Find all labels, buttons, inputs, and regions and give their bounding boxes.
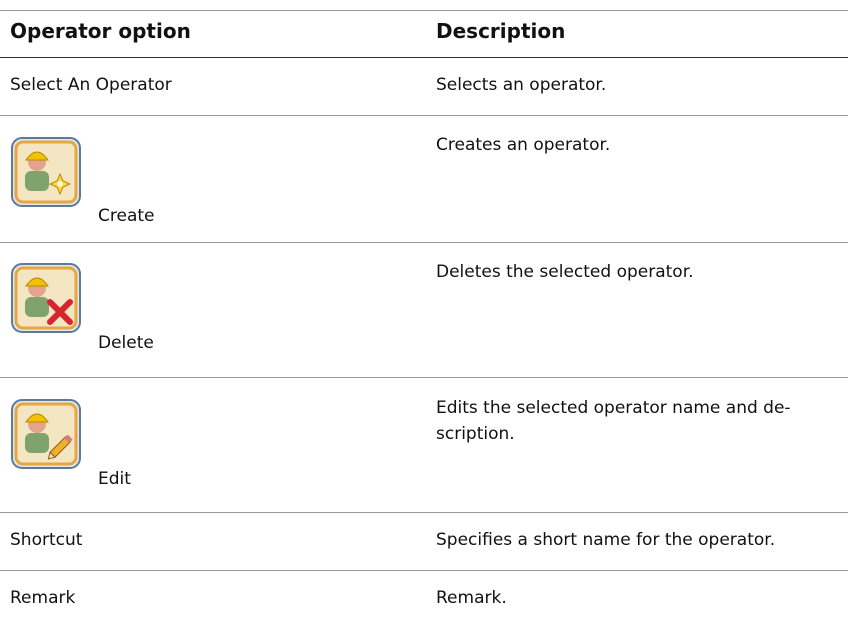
description-remark: Remark. (436, 588, 507, 608)
description-delete: Deletes the selected operator. (436, 262, 694, 282)
operator-create-icon (10, 136, 82, 208)
option-edit: Edit (98, 469, 131, 489)
row-divider (0, 570, 848, 571)
option-create: Create (98, 206, 155, 226)
description-shortcut: Specifies a short name for the operator. (436, 530, 776, 550)
description-create: Creates an operator. (436, 135, 611, 155)
operator-edit-icon (10, 398, 82, 470)
description-select-an-operator: Selects an operator. (436, 75, 607, 95)
header-description: Description (436, 19, 566, 43)
row-divider (0, 115, 848, 116)
option-remark: Remark (10, 588, 76, 608)
header-operator-option: Operator option (10, 19, 191, 43)
option-shortcut: Shortcut (10, 530, 83, 550)
operator-delete-icon (10, 262, 82, 334)
row-divider (0, 512, 848, 513)
description-edit: Edits the selected operator name and de-… (436, 398, 791, 444)
option-delete: Delete (98, 333, 154, 353)
row-divider (0, 242, 848, 243)
header-rule (0, 57, 848, 58)
option-select-an-operator: Select An Operator (10, 75, 172, 95)
row-divider (0, 377, 848, 378)
table-top-rule (0, 10, 848, 11)
